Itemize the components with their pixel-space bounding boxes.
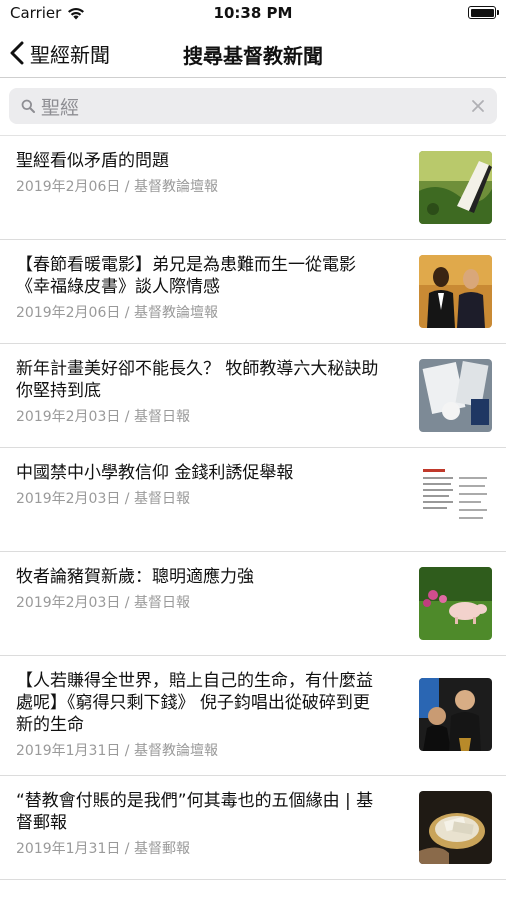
news-source: 基督教論壇報 [133, 743, 218, 759]
news-title: 牧者論豬賀新歲：聰明適應力強 [16, 567, 254, 587]
news-item[interactable]: 【春節看暖電影】弟兄是為患難而生一從電影《幸福綠皮書》談人際情感 2019年2月… [0, 240, 506, 344]
news-source: 基督日報 [133, 491, 190, 507]
chevron-left-icon [10, 41, 24, 65]
news-thumbnail [419, 567, 492, 640]
news-thumbnail [419, 255, 492, 328]
search-input[interactable] [41, 95, 441, 117]
nav-bar: 聖經新聞 搜尋基督教新聞 [0, 28, 506, 78]
news-title: 中國禁中小學教信仰 金錢利誘促舉報 [16, 463, 294, 483]
news-title: 新年計畫美好卻不能長久？ 牧師教導六大秘訣助你堅持到底 [16, 359, 379, 401]
news-source: 基督日報 [133, 595, 190, 611]
nature-landscape-image [419, 151, 492, 224]
back-button[interactable]: 聖經新聞 [10, 36, 110, 70]
news-source: 基督日報 [133, 409, 190, 425]
news-date: 2019年1月31日 [16, 743, 121, 759]
search-area [0, 78, 506, 136]
status-time: 10:38 PM [213, 4, 293, 22]
news-date: 2019年2月06日 [16, 179, 121, 195]
news-item[interactable]: 新年計畫美好卻不能長久？ 牧師教導六大秘訣助你堅持到底 2019年2月03日 /… [0, 344, 506, 448]
meta-separator: / [120, 743, 134, 759]
news-item[interactable]: 聖經看似矛盾的問題 2019年2月06日 / 基督教論壇報 [0, 136, 506, 240]
meta-separator: / [120, 595, 134, 611]
news-title: “替教會付賬的是我們”何其毒也的五個緣由 | 基督郵報 [16, 791, 374, 833]
back-button-label: 聖經新聞 [30, 42, 110, 67]
offering-plate-image [419, 791, 492, 864]
news-item[interactable]: “替教會付賬的是我們”何其毒也的五個緣由 | 基督郵報 2019年1月31日 /… [0, 776, 506, 880]
news-date: 2019年1月31日 [16, 841, 121, 857]
clear-search-icon[interactable] [469, 97, 487, 115]
notebook-desk-image [419, 359, 492, 432]
meta-separator: / [120, 409, 134, 425]
news-thumbnail [419, 463, 492, 536]
search-icon [21, 99, 35, 113]
movie-still-image [419, 255, 492, 328]
news-title: 聖經看似矛盾的問題 [16, 151, 169, 171]
news-title: 【人若賺得全世界，賠上自己的生命，有什麼益處呢】《窮得只剩下錢》 倪子鈞唱出從破… [16, 671, 373, 735]
battery-icon [468, 6, 499, 19]
news-title: 【春節看暖電影】弟兄是為患難而生一從電影《幸福綠皮書》談人際情感 [16, 255, 356, 297]
news-item[interactable]: 中國禁中小學教信仰 金錢利誘促舉報 2019年2月03日 / 基督日報 [0, 448, 506, 552]
news-item[interactable]: 牧者論豬賀新歲：聰明適應力強 2019年2月03日 / 基督日報 [0, 552, 506, 656]
search-box[interactable] [9, 88, 497, 124]
meta-separator: / [120, 491, 134, 507]
meta-separator: / [120, 841, 134, 857]
news-thumbnail [419, 678, 492, 751]
news-source: 基督郵報 [133, 841, 190, 857]
news-thumbnail [419, 151, 492, 224]
meta-separator: / [120, 305, 134, 321]
document-scan-image [419, 463, 492, 536]
news-list: 聖經看似矛盾的問題 2019年2月06日 / 基督教論壇報 【春節看暖電影】弟兄… [0, 136, 506, 880]
news-thumbnail [419, 791, 492, 864]
news-source: 基督教論壇報 [133, 179, 218, 195]
meta-separator: / [120, 179, 134, 195]
status-bar: Carrier 10:38 PM [0, 0, 506, 28]
news-source: 基督教論壇報 [133, 305, 218, 321]
news-date: 2019年2月03日 [16, 409, 121, 425]
pig-garden-image [419, 567, 492, 640]
news-item[interactable]: 【人若賺得全世界，賠上自己的生命，有什麼益處呢】《窮得只剩下錢》 倪子鈞唱出從破… [0, 656, 506, 776]
news-date: 2019年2月03日 [16, 595, 121, 611]
news-date: 2019年2月06日 [16, 305, 121, 321]
news-thumbnail [419, 359, 492, 432]
people-photo-image [419, 678, 492, 751]
news-date: 2019年2月03日 [16, 491, 121, 507]
